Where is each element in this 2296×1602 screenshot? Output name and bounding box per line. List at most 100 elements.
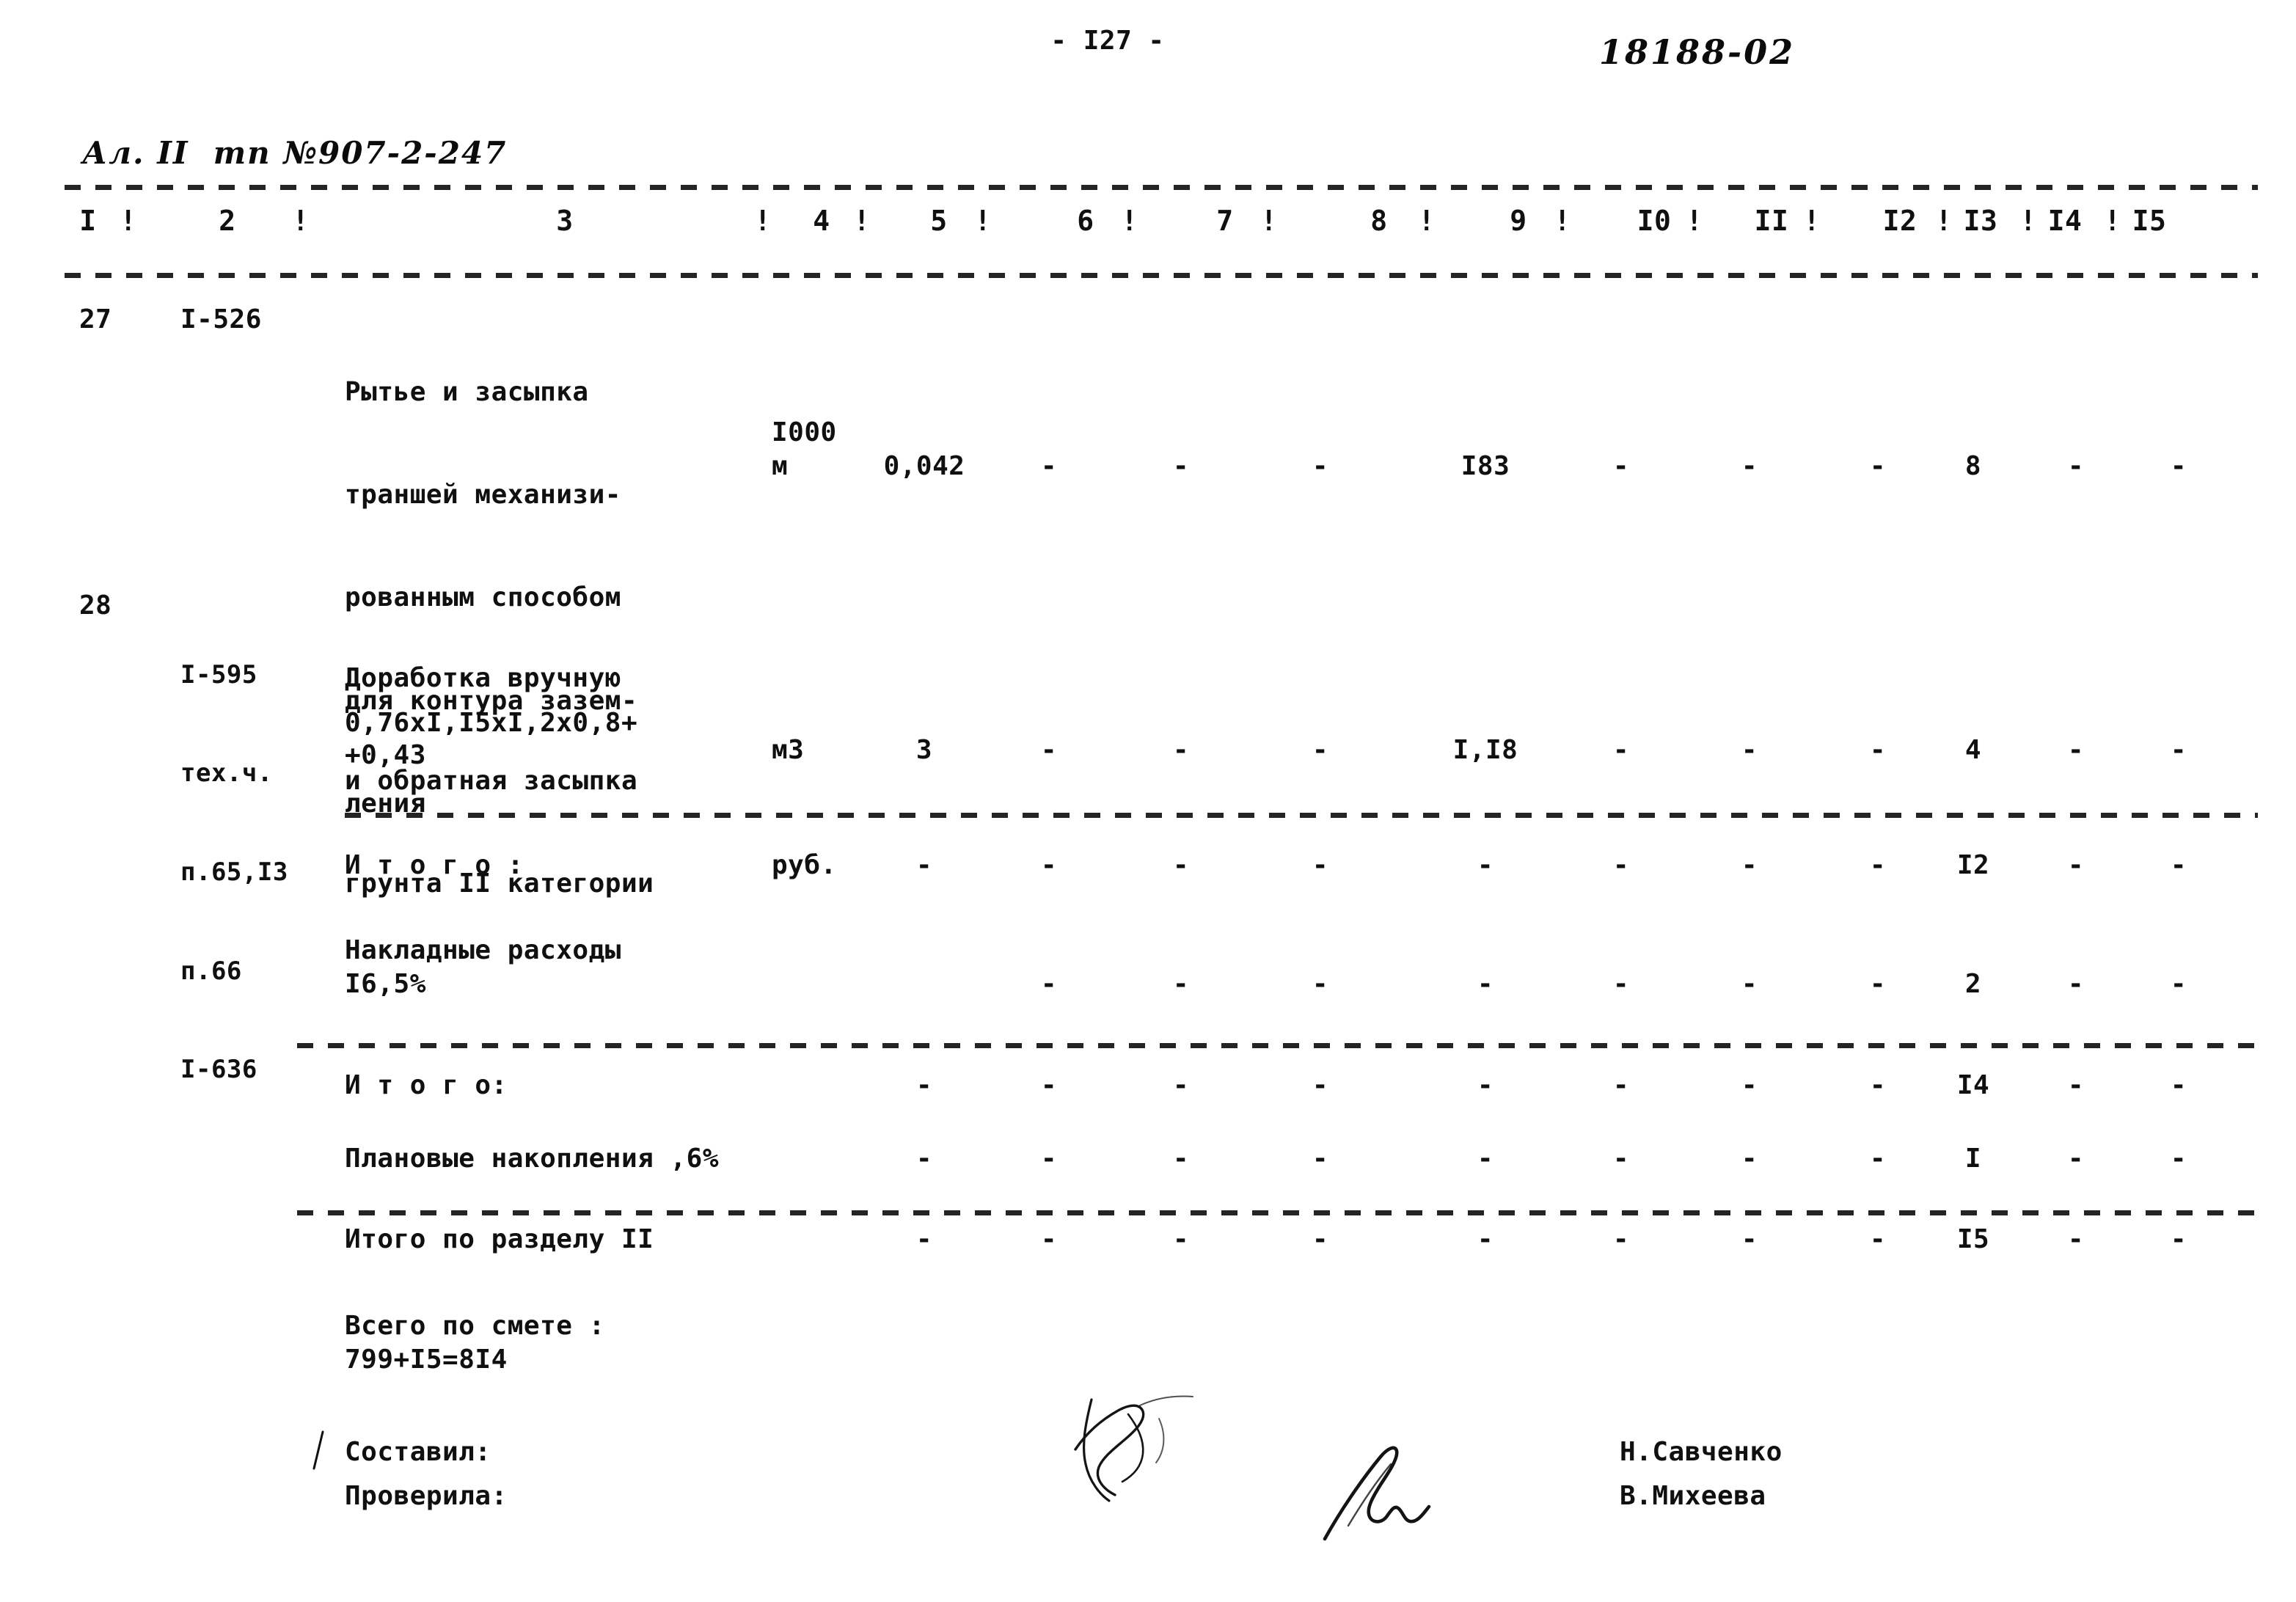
summary-3-col-7: - — [1172, 1070, 1190, 1100]
summary-1-col-13: I2 — [1956, 850, 1990, 880]
column-sep-1: ! — [120, 205, 137, 237]
table-rule-top — [65, 185, 2258, 190]
summary-5-col-8: - — [1312, 1224, 1329, 1254]
row-28-code-line-2: тех.ч. — [180, 758, 273, 789]
column-sep-7: ! — [1260, 205, 1278, 237]
summary-5-col-9: - — [1477, 1224, 1494, 1254]
scanned-page: - I27 - 18188-02 Ал. II тп №907-2-247 I … — [0, 0, 2296, 1602]
summary-4-col-12: - — [1869, 1144, 1887, 1174]
summary-3-col-13: I4 — [1956, 1070, 1990, 1100]
summary-4-col-9: - — [1477, 1144, 1494, 1174]
summary-4-col-14: - — [2067, 1144, 2085, 1174]
column-header-14: I4 — [2047, 205, 2083, 237]
row-28-code-line-5: I-636 — [180, 1055, 257, 1085]
column-sep-2: ! — [292, 205, 310, 237]
column-sep-6: ! — [1121, 205, 1138, 237]
summary-1-col-11: - — [1741, 850, 1758, 880]
checked-by-label: Проверила: — [345, 1481, 508, 1511]
summary-5-col-15: - — [2170, 1224, 2187, 1254]
column-sep-5: ! — [974, 205, 992, 237]
summary-5-col-10: - — [1612, 1224, 1630, 1254]
column-header-4: 4 — [813, 205, 830, 237]
summary-1-label: И т о г о : — [345, 850, 524, 880]
summary-4-col-6: - — [1040, 1144, 1058, 1174]
summary-2-col-6: - — [1040, 969, 1058, 999]
compiled-by-label: Составил: — [345, 1437, 491, 1467]
row-27-col-14: - — [2067, 451, 2085, 481]
row-28-col-13: 4 — [1964, 735, 1982, 765]
column-header-3: 3 — [556, 205, 574, 237]
summary-2-col-13: 2 — [1964, 969, 1982, 999]
signature-compiled-by — [1049, 1394, 1240, 1518]
signature-checked-by — [1313, 1436, 1482, 1546]
row-28-code-line-3: п.65,I3 — [180, 857, 288, 887]
row-27-desc-line-1: Рытье и засыпка — [345, 376, 589, 407]
row-27-col-10: - — [1612, 451, 1630, 481]
row-27-col-5: 0,042 — [883, 451, 965, 481]
column-header-1: I — [79, 205, 97, 237]
row-27-number: 27 — [79, 304, 112, 334]
summary-3-col-14: - — [2067, 1070, 2085, 1100]
row-27-col-12: - — [1869, 451, 1887, 481]
summary-5-col-12: - — [1869, 1224, 1887, 1254]
summary-4-col-11: - — [1741, 1144, 1758, 1174]
column-header-12: I2 — [1882, 205, 1917, 237]
summary-3-col-10: - — [1612, 1070, 1630, 1100]
summary-5-col-13: I5 — [1956, 1224, 1990, 1254]
summary-4-col-8: - — [1312, 1144, 1329, 1174]
column-header-7: 7 — [1216, 205, 1234, 237]
row-27-col-11: - — [1741, 451, 1758, 481]
column-sep-4: ! — [853, 205, 871, 237]
column-header-13: I3 — [1963, 205, 1998, 237]
column-header-8: 8 — [1370, 205, 1388, 237]
summary-4-label: Плановые накопления ,6% — [345, 1144, 719, 1174]
summary-1-col-5: - — [915, 850, 933, 880]
summary-4-col-15: - — [2170, 1144, 2187, 1174]
row-28-col-7: - — [1172, 735, 1190, 765]
row-28-number: 28 — [79, 590, 112, 621]
summary-5-col-14: - — [2067, 1224, 2085, 1254]
summary-1-col-7: - — [1172, 850, 1190, 880]
column-header-2: 2 — [219, 205, 236, 237]
summary-2-col-8: - — [1312, 969, 1329, 999]
rule-before-total-2 — [297, 1043, 2258, 1048]
row-28-code-line-4: п.66 — [180, 956, 242, 986]
summary-1-col-9: - — [1477, 850, 1494, 880]
row-27-unit-line-1: I000 — [772, 417, 837, 447]
row-28-desc-line-1: Доработка вручную — [345, 662, 621, 693]
summary-3-label: И т о г о: — [345, 1070, 508, 1100]
column-sep-3: ! — [754, 205, 772, 237]
summary-4-col-10: - — [1612, 1144, 1630, 1174]
summary-2-label-2: I6,5% — [345, 969, 426, 999]
summary-3-col-8: - — [1312, 1070, 1329, 1100]
column-header-5: 5 — [930, 205, 948, 237]
row-28-col-9: I,I8 — [1452, 735, 1518, 765]
summary-1-col-12: - — [1869, 850, 1887, 880]
row-27-col-15: - — [2170, 451, 2187, 481]
stray-pen-mark — [308, 1429, 330, 1473]
summary-1-unit: руб. — [772, 850, 837, 880]
summary-2-col-11: - — [1741, 969, 1758, 999]
summary-1-col-14: - — [2067, 850, 2085, 880]
grand-total-label: Всего по смете : — [345, 1311, 605, 1341]
summary-1-col-6: - — [1040, 850, 1058, 880]
summary-4-col-13: I — [1964, 1144, 1982, 1174]
row-27-col-9: I83 — [1460, 451, 1510, 481]
summary-5-col-6: - — [1040, 1224, 1058, 1254]
summary-1-col-15: - — [2170, 850, 2187, 880]
summary-2-col-15: - — [2170, 969, 2187, 999]
row-27-unit-line-2: м — [772, 451, 789, 481]
grand-total-value: 799+I5=8I4 — [345, 1345, 508, 1375]
row-28-col-8: - — [1312, 735, 1329, 765]
summary-3-col-12: - — [1869, 1070, 1887, 1100]
row-28-formula-line-1: 0,76xI,I5xI,2x0,8+ — [345, 708, 638, 738]
column-sep-10: ! — [1686, 205, 1703, 237]
summary-2-label: Накладные расходы — [345, 935, 621, 965]
rule-before-total-1 — [345, 813, 2258, 818]
summary-3-col-9: - — [1477, 1070, 1494, 1100]
row-28-col-6: - — [1040, 735, 1058, 765]
row-27-code: I-526 — [180, 304, 262, 334]
row-27-col-13: 8 — [1964, 451, 1982, 481]
summary-1-col-10: - — [1612, 850, 1630, 880]
row-28-col-15: - — [2170, 735, 2187, 765]
